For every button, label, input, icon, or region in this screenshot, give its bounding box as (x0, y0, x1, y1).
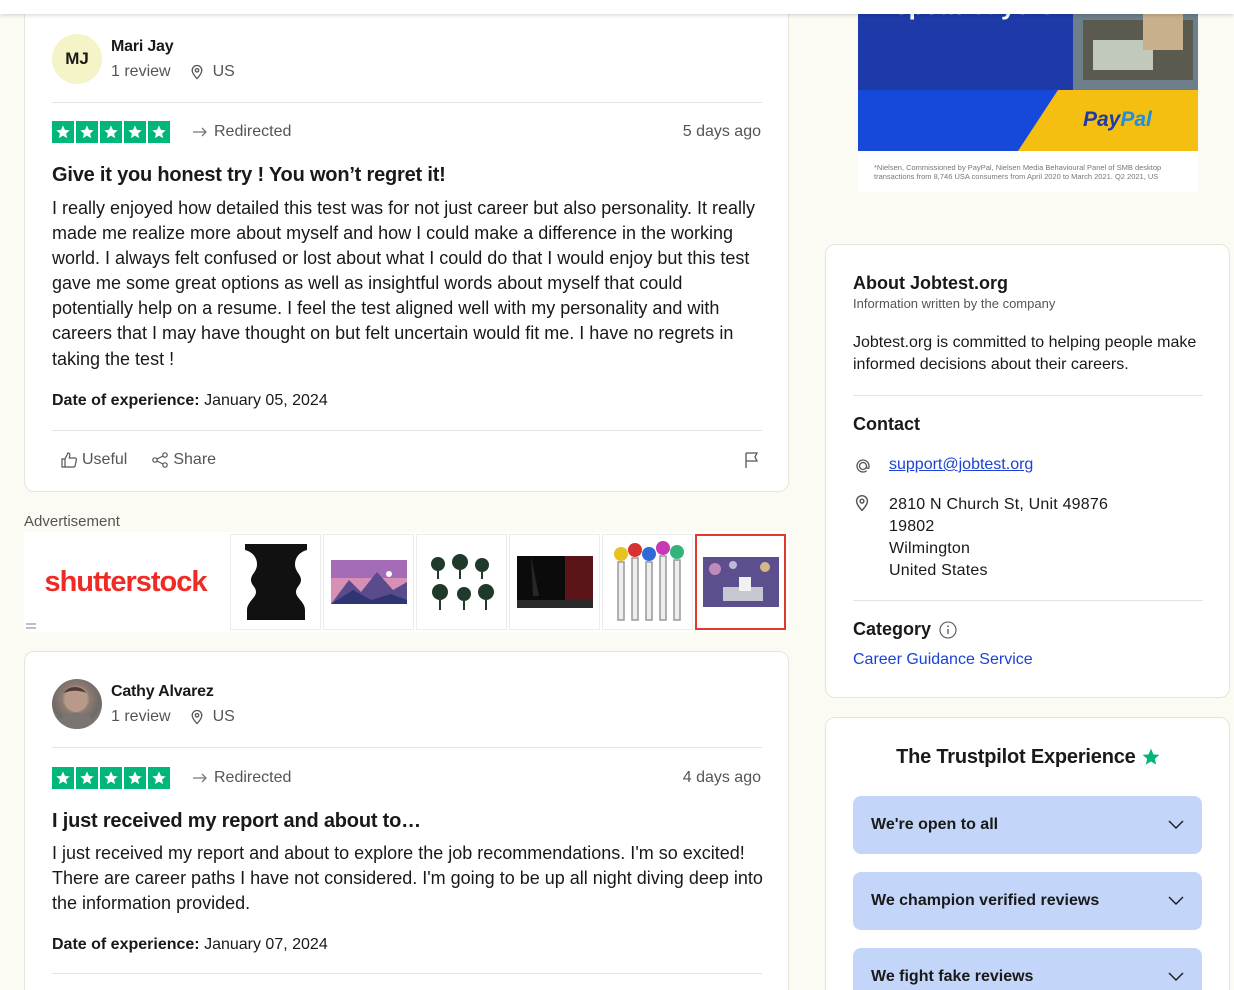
accordion-fight-fake-reviews[interactable]: We fight fake reviews (853, 948, 1202, 990)
ad-thumbnail[interactable] (509, 534, 600, 630)
reviewer-meta: 1 review US (111, 63, 235, 81)
star-icon (124, 121, 146, 143)
star-icon (100, 767, 122, 789)
reviewer-meta: 1 review US (111, 708, 235, 726)
paypal-ad[interactable]: repeat buyers." PayPal *Nielsen, Commiss… (858, 0, 1198, 192)
divider (52, 102, 762, 103)
contact-address-row: 2810 N Church St, Unit 49876 19802 Wilmi… (853, 494, 1108, 582)
at-icon (853, 456, 889, 481)
ad-thumbnail[interactable] (323, 534, 414, 630)
paypal-fine-print: *Nielsen, Commissioned by PayPal, Nielse… (874, 163, 1162, 181)
paypal-logo: PayPal (1083, 108, 1152, 131)
reviewer-country: US (212, 63, 235, 80)
date-of-experience: Date of experience: January 07, 2024 (52, 936, 328, 953)
about-description: Jobtest.org is committed to helping peop… (853, 334, 1197, 373)
category-heading: Category (853, 619, 957, 640)
contact-heading: Contact (853, 414, 920, 434)
trustpilot-star-icon (1142, 748, 1160, 765)
ad-info-icon[interactable] (26, 622, 36, 630)
ad-thumbnail[interactable] (602, 534, 693, 630)
reviewer-name[interactable]: Cathy Alvarez (111, 683, 214, 701)
info-icon[interactable] (939, 620, 957, 639)
useful-button[interactable]: Useful (60, 451, 127, 469)
location-pin-icon (853, 494, 889, 582)
star-icon (124, 767, 146, 789)
star-icon (76, 121, 98, 143)
divider (52, 973, 762, 974)
redirect-arrow-icon (193, 773, 207, 783)
top-bar (0, 0, 1234, 14)
star-icon (148, 121, 170, 143)
ad-thumbnail[interactable] (416, 534, 507, 630)
star-rating (52, 121, 170, 143)
review-title[interactable]: I just received my report and about to… (52, 810, 421, 833)
share-button[interactable]: Share (151, 451, 216, 469)
review-title[interactable]: Give it you honest try ! You won’t regre… (52, 164, 446, 187)
review-count: 1 review (111, 708, 171, 725)
divider (52, 747, 762, 748)
divider (853, 395, 1203, 396)
redirect-arrow-icon (193, 127, 207, 137)
redirected-label[interactable]: Redirected (192, 123, 291, 141)
star-icon (76, 767, 98, 789)
accordion-verified-reviews[interactable]: We champion verified reviews (853, 872, 1202, 930)
chevron-down-icon (1168, 896, 1184, 905)
chevron-down-icon (1168, 820, 1184, 829)
contact-email-row: support@jobtest.org (853, 456, 1033, 481)
company-address: 2810 N Church St, Unit 49876 19802 Wilmi… (889, 496, 1109, 579)
star-icon (100, 121, 122, 143)
trustpilot-experience-card: The Trustpilot Experience We're open to … (825, 717, 1230, 990)
trustpilot-experience-title: The Trustpilot Experience (826, 746, 1231, 769)
review-date: 5 days ago (682, 123, 761, 140)
support-email-link[interactable]: support@jobtest.org (889, 456, 1033, 481)
star-icon (52, 121, 74, 143)
review-body: I just received my report and about to e… (52, 843, 763, 914)
advertisement-label: Advertisement (24, 513, 120, 530)
date-of-experience: Date of experience: January 05, 2024 (52, 392, 328, 409)
share-icon (152, 452, 169, 468)
star-icon (52, 767, 74, 789)
reviewer-country: US (212, 708, 235, 725)
location-pin-icon (191, 709, 203, 725)
ad-thumbnail-selected[interactable] (695, 534, 786, 630)
review-body: I really enjoyed how detailed this test … (52, 198, 756, 369)
location-pin-icon (191, 64, 203, 80)
review-date: 4 days ago (682, 769, 761, 786)
paypal-ad-image: repeat buyers." PayPal (858, 0, 1198, 151)
avatar[interactable]: MJ (52, 34, 102, 84)
reviewer-name[interactable]: Mari Jay (111, 38, 174, 56)
redirected-label[interactable]: Redirected (192, 769, 291, 787)
ad-thumbnail[interactable] (230, 534, 321, 630)
avatar[interactable] (52, 679, 102, 729)
divider (52, 430, 762, 431)
flag-icon[interactable] (743, 451, 761, 469)
about-subtitle: Information written by the company (853, 296, 1056, 311)
review-count: 1 review (111, 63, 171, 80)
accordion-open-to-all[interactable]: We're open to all (853, 796, 1202, 854)
chevron-down-icon (1168, 972, 1184, 981)
shutterstock-ad[interactable]: shutterstock (24, 532, 789, 632)
review-card: Cathy Alvarez 1 review US Redirected 4 d… (24, 651, 789, 990)
thumbs-up-icon (61, 452, 78, 468)
star-icon (148, 767, 170, 789)
star-rating (52, 767, 170, 789)
about-company-card: About Jobtest.org Information written by… (825, 244, 1230, 698)
shutterstock-logo[interactable]: shutterstock (24, 532, 227, 632)
review-actions: Useful Share (60, 451, 216, 469)
divider (853, 600, 1203, 601)
review-card: MJ Mari Jay 1 review US Redirected 5 day… (24, 0, 789, 492)
about-title: About Jobtest.org (853, 273, 1008, 293)
category-link[interactable]: Career Guidance Service (853, 651, 1033, 669)
